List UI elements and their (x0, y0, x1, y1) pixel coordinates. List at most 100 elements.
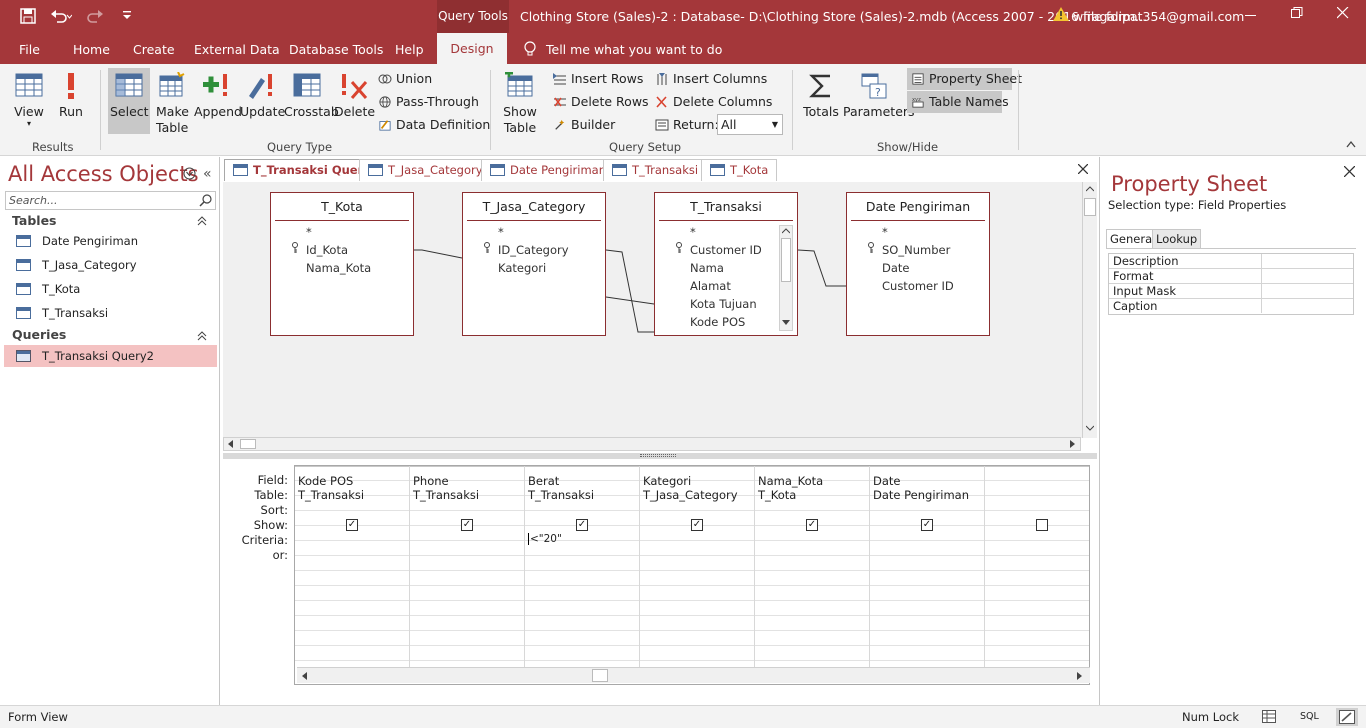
field-item[interactable]: * (498, 225, 504, 239)
grid-field-cell[interactable]: Kode POS (298, 474, 353, 488)
field-item[interactable]: * (690, 225, 696, 239)
property-sheet-button[interactable]: Property Sheet (907, 68, 1022, 90)
tell-me-box[interactable]: Tell me what you want to do (524, 41, 722, 60)
grid-field-cell[interactable]: Phone (413, 474, 449, 488)
insert-rows-button[interactable]: Insert Rows (553, 71, 643, 86)
show-checkbox[interactable]: ✓ (691, 519, 703, 531)
field-item[interactable]: Alamat (690, 279, 731, 293)
nav-title[interactable]: All Access Objects (8, 162, 199, 186)
parameters-button[interactable]: ? Parameters (843, 72, 915, 120)
return-select[interactable]: All ▼ (717, 114, 783, 135)
search-icon[interactable] (199, 194, 212, 210)
design-view-icon[interactable] (1336, 708, 1358, 726)
grid-table-cell[interactable]: T_Transaksi (298, 488, 364, 502)
field-item[interactable]: Customer ID (882, 279, 954, 293)
close-property-sheet-icon[interactable] (1343, 165, 1356, 180)
sql-view-button[interactable]: SQL (1300, 711, 1319, 722)
delete-columns-button[interactable]: Delete Columns (655, 94, 772, 109)
restore-icon[interactable] (1291, 7, 1303, 23)
tab-database-tools[interactable]: Database Tools (289, 42, 383, 57)
grid-criteria-cell[interactable]: <"20" (528, 533, 562, 545)
nav-table-item[interactable]: T_Transaksi (4, 302, 217, 324)
scroll-thumb[interactable] (240, 439, 256, 449)
grid-table-cell[interactable]: T_Kota (758, 488, 796, 502)
builder-button[interactable]: Builder (553, 117, 615, 132)
tab-lookup[interactable]: Lookup (1152, 229, 1202, 249)
save-icon[interactable] (20, 8, 36, 28)
grid-field-cell[interactable]: Berat (528, 474, 559, 488)
scroll-thumb[interactable] (592, 669, 608, 682)
property-row[interactable]: Format (1109, 269, 1353, 284)
grid-column[interactable]: Nama_Kota T_Kota ✓ (755, 466, 870, 669)
doc-tab[interactable]: T_Transaksi (603, 159, 708, 181)
nav-table-item[interactable]: T_Jasa_Category (4, 254, 217, 276)
show-checkbox[interactable]: ✓ (461, 519, 473, 531)
field-item[interactable]: ID_Category (498, 243, 569, 257)
nav-search-input[interactable]: Search... (5, 191, 216, 210)
append-button[interactable]: Append (194, 72, 242, 120)
collapse-section-icon[interactable] (197, 330, 207, 344)
grid-column[interactable] (985, 466, 1089, 669)
scroll-left-icon[interactable] (302, 672, 308, 680)
field-item[interactable]: SO_Number (882, 243, 950, 257)
grid-table-cell[interactable]: Date Pengiriman (873, 488, 969, 502)
grid-column[interactable]: Kategori T_Jasa_Category ✓ (640, 466, 755, 669)
queries-section-header[interactable]: Queries (12, 327, 66, 342)
property-row[interactable]: Caption (1109, 299, 1353, 314)
grid-horizontal-scrollbar[interactable] (297, 667, 1090, 683)
field-item[interactable]: * (882, 225, 888, 239)
tab-file[interactable]: File (19, 42, 40, 57)
scroll-thumb[interactable] (1084, 198, 1096, 216)
warning-icon[interactable] (1053, 7, 1069, 25)
scroll-up-icon[interactable] (782, 228, 790, 234)
grid-column[interactable]: Berat T_Transaksi ✓ <"20" (525, 466, 640, 669)
doc-tab[interactable]: T_Jasa_Category (359, 159, 492, 181)
tab-design[interactable]: Design (437, 33, 507, 64)
scroll-down-icon[interactable] (782, 320, 790, 326)
undo-icon[interactable] (50, 8, 73, 28)
close-document-icon[interactable] (1077, 163, 1089, 177)
datasheet-view-icon[interactable] (1262, 710, 1276, 726)
grid-field-cell[interactable]: Date (873, 474, 901, 488)
user-account[interactable]: wiragalipat354@gmail.com (1073, 9, 1244, 24)
show-checkbox[interactable]: ✓ (921, 519, 933, 531)
field-item[interactable]: Nama_Kota (306, 261, 371, 275)
nav-table-item[interactable]: Date Pengiriman (4, 230, 217, 252)
scroll-thumb[interactable] (781, 238, 791, 282)
update-button[interactable]: Update (240, 72, 285, 120)
scroll-right-icon[interactable] (1070, 440, 1076, 448)
show-checkbox[interactable]: ✓ (806, 519, 818, 531)
field-item[interactable]: Nama (690, 261, 724, 275)
nav-query-item[interactable]: T_Transaksi Query2 (4, 345, 217, 367)
qbe-grid[interactable]: Kode POS T_Transaksi ✓ Phone T_Transaksi… (294, 465, 1090, 685)
property-row[interactable]: Input Mask (1109, 284, 1353, 299)
union-button[interactable]: Union (378, 71, 432, 86)
scroll-left-icon[interactable] (228, 440, 234, 448)
tables-section-header[interactable]: Tables (12, 213, 57, 228)
delete-rows-button[interactable]: Delete Rows (553, 94, 649, 109)
field-list-scrollbar[interactable] (779, 225, 793, 331)
design-vertical-scrollbar[interactable] (1082, 182, 1097, 438)
pass-through-button[interactable]: Pass-Through (378, 94, 479, 109)
property-row[interactable]: Description (1109, 254, 1353, 269)
field-item[interactable]: Kode POS (690, 315, 745, 329)
collapse-ribbon-icon[interactable] (1346, 140, 1356, 151)
data-definition-button[interactable]: Data Definition (378, 117, 490, 132)
field-list-t-kota[interactable]: T_Kota * Id_Kota Nama_Kota (270, 192, 414, 336)
insert-columns-button[interactable]: Insert Columns (655, 71, 767, 86)
shutter-bar-icon[interactable]: « (203, 166, 212, 182)
field-item[interactable]: Kota Tujuan (690, 297, 757, 311)
show-checkbox[interactable]: ✓ (346, 519, 358, 531)
show-checkbox[interactable]: ✓ (576, 519, 588, 531)
view-button[interactable]: View ▾ (12, 72, 46, 128)
grid-table-cell[interactable]: T_Transaksi (413, 488, 479, 502)
collapse-section-icon[interactable] (197, 215, 207, 229)
run-button[interactable]: Run (56, 72, 86, 120)
field-item[interactable]: Kategori (498, 261, 546, 275)
totals-button[interactable]: Totals (802, 72, 840, 120)
query-design-area[interactable]: T_Kota * Id_Kota Nama_Kota T_Jasa_Catego… (223, 182, 1097, 438)
doc-tab[interactable]: T_Kota (701, 159, 778, 181)
table-names-button[interactable]: xyz Table Names (907, 91, 1009, 113)
select-button[interactable]: Select (110, 72, 149, 120)
grid-table-cell[interactable]: T_Jasa_Category (643, 488, 738, 502)
